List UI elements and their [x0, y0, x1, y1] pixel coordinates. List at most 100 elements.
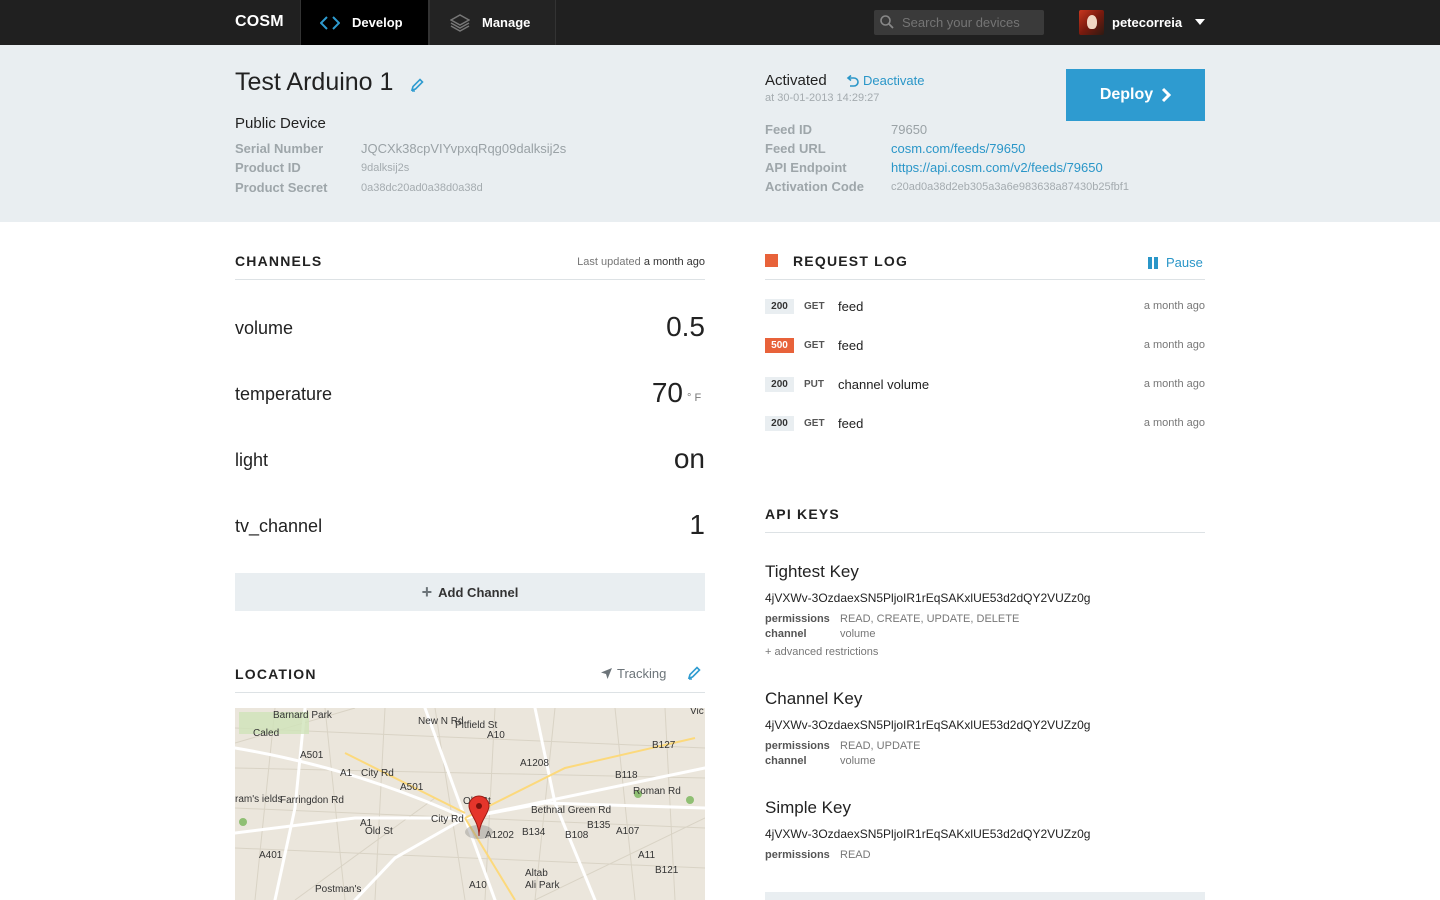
permissions-value: READ, UPDATE — [840, 740, 921, 752]
device-title: Test Arduino 1 — [235, 68, 394, 96]
log-row[interactable]: 200 PUT channel volume a month ago — [765, 374, 1205, 394]
feed-id-value: 79650 — [891, 122, 928, 137]
activation-code-label: Activation Code — [765, 179, 864, 194]
api-key-token[interactable]: 4jVXWv-3OzdaexSN5PljoIR1rEqSAKxlUE53d2dQ… — [765, 827, 1090, 841]
http-method: GET — [804, 417, 825, 429]
next-key-panel — [765, 892, 1205, 900]
map-label: A501 — [300, 750, 324, 761]
location-heading: LOCATION — [235, 666, 317, 682]
channel-name[interactable]: tv_channel — [235, 516, 322, 537]
channel-value: volume — [840, 628, 876, 640]
activation-timestamp: at 30-01-2013 14:29:27 — [765, 92, 880, 104]
api-key-token[interactable]: 4jVXWv-3OzdaexSN5PljoIR1rEqSAKxlUE53d2dQ… — [765, 591, 1090, 605]
http-method: PUT — [804, 378, 824, 390]
api-keys-heading: API KEYS — [765, 506, 840, 522]
map-label: Roman Rd — [633, 786, 681, 797]
status-badge: 500 — [765, 337, 794, 353]
log-row[interactable]: 200 GET feed a month ago — [765, 413, 1205, 433]
map-label: A10 — [487, 730, 505, 741]
log-time: a month ago — [1143, 300, 1205, 312]
serial-number-value: JQCXk38cpVIYvpxqRqg09dalksij2s — [361, 141, 567, 156]
device-visibility: Public Device — [235, 115, 326, 132]
chevron-down-icon[interactable] — [1195, 19, 1205, 25]
map-label: B108 — [565, 830, 589, 841]
advanced-restrictions-link[interactable]: + advanced restrictions — [765, 646, 878, 658]
device-header-panel — [0, 45, 1440, 222]
permissions-value: READ — [840, 849, 871, 861]
feed-url-link[interactable]: cosm.com/feeds/79650 — [891, 141, 1025, 156]
pause-label: Pause — [1166, 255, 1203, 270]
channel-value: 0.5 — [666, 311, 705, 342]
deploy-label: Deploy — [1099, 86, 1154, 103]
map-label: A1 — [340, 768, 353, 779]
map-label: B135 — [587, 820, 611, 831]
product-secret-label: Product Secret — [235, 180, 328, 195]
channel-name[interactable]: light — [235, 450, 268, 471]
divider — [235, 279, 705, 280]
product-secret-value: 0a38dc20ad0a38d0a38d — [361, 182, 483, 194]
api-key-name[interactable]: Channel Key — [765, 689, 862, 709]
last-updated-value: a month ago — [643, 256, 705, 268]
activation-status: Activated — [765, 72, 827, 89]
map-label: City Rd — [361, 768, 394, 779]
deploy-button[interactable]: Deploy — [1066, 69, 1205, 121]
api-key-name[interactable]: Tightest Key — [765, 562, 859, 582]
map-label: Old St — [365, 826, 393, 837]
channel-value: volume — [840, 755, 876, 767]
divider — [235, 692, 705, 693]
api-key-name[interactable]: Simple Key — [765, 798, 851, 818]
channel-name[interactable]: temperature — [235, 384, 332, 405]
map-label: B118 — [615, 770, 638, 781]
tab-manage-label: Manage — [482, 15, 531, 30]
chevron-right-icon — [1162, 87, 1172, 103]
brand-logo[interactable]: COSM — [235, 13, 284, 31]
api-endpoint-link[interactable]: https://api.cosm.com/v2/feeds/79650 — [891, 160, 1103, 175]
log-row[interactable]: 500 GET feed a month ago — [765, 335, 1205, 355]
last-updated-prefix: Last updated — [577, 256, 641, 268]
last-updated: Last updated a month ago — [480, 256, 705, 268]
map-label: A1208 — [520, 758, 549, 769]
channel-label: channel — [765, 628, 807, 640]
pause-button[interactable]: Pause — [1148, 255, 1203, 270]
pencil-icon[interactable] — [687, 666, 701, 685]
divider — [765, 532, 1205, 533]
log-time: a month ago — [1143, 417, 1205, 429]
channels-heading: CHANNELS — [235, 253, 323, 269]
username[interactable]: petecorreia — [1112, 15, 1182, 30]
search-icon — [880, 15, 894, 34]
map-label: A10 — [469, 880, 487, 891]
channel-value: 1 — [689, 509, 705, 540]
code-brackets-icon — [320, 15, 340, 30]
product-id-label: Product ID — [235, 160, 301, 175]
activation-code-value: c20ad0a38d2eb305a3a6e983638a87430b25fbf1 — [891, 181, 1129, 193]
top-nav-bar: COSM Develop Manage petecorreia — [0, 0, 1440, 45]
location-map[interactable]: Barnard Park A501 A1 City Rd A501 New N … — [235, 708, 705, 900]
add-channel-button[interactable]: + Add Channel — [235, 573, 705, 611]
map-label: B127 — [652, 740, 676, 751]
http-method: GET — [804, 339, 825, 351]
deactivate-label: Deactivate — [863, 73, 925, 88]
channel-name[interactable]: volume — [235, 318, 293, 339]
map-label: A107 — [616, 826, 640, 837]
tab-manage[interactable]: Manage — [429, 0, 556, 45]
pencil-icon[interactable] — [410, 78, 424, 97]
map-label: B134 — [522, 827, 546, 838]
map-label: A401 — [259, 850, 283, 861]
api-key-token[interactable]: 4jVXWv-3OzdaexSN5PljoIR1rEqSAKxlUE53d2dQ… — [765, 718, 1090, 732]
pause-icon — [1148, 256, 1160, 269]
map-label: Postman's — [315, 884, 361, 895]
map-label: Vic — [690, 708, 704, 717]
tracking-toggle[interactable]: Tracking — [600, 666, 666, 681]
feed-url-label: Feed URL — [765, 141, 826, 156]
channel-value: 70 — [651, 377, 683, 408]
log-resource: feed — [838, 415, 864, 431]
deactivate-link[interactable]: Deactivate — [845, 73, 924, 88]
undo-icon — [846, 74, 859, 87]
log-time: a month ago — [1143, 378, 1205, 390]
tab-develop[interactable]: Develop — [300, 0, 429, 45]
plus-icon: + — [421, 581, 433, 602]
log-row[interactable]: 200 GET feed a month ago — [765, 296, 1205, 316]
search-input[interactable] — [874, 10, 1044, 35]
avatar[interactable] — [1079, 10, 1104, 35]
status-badge: 200 — [765, 376, 794, 392]
